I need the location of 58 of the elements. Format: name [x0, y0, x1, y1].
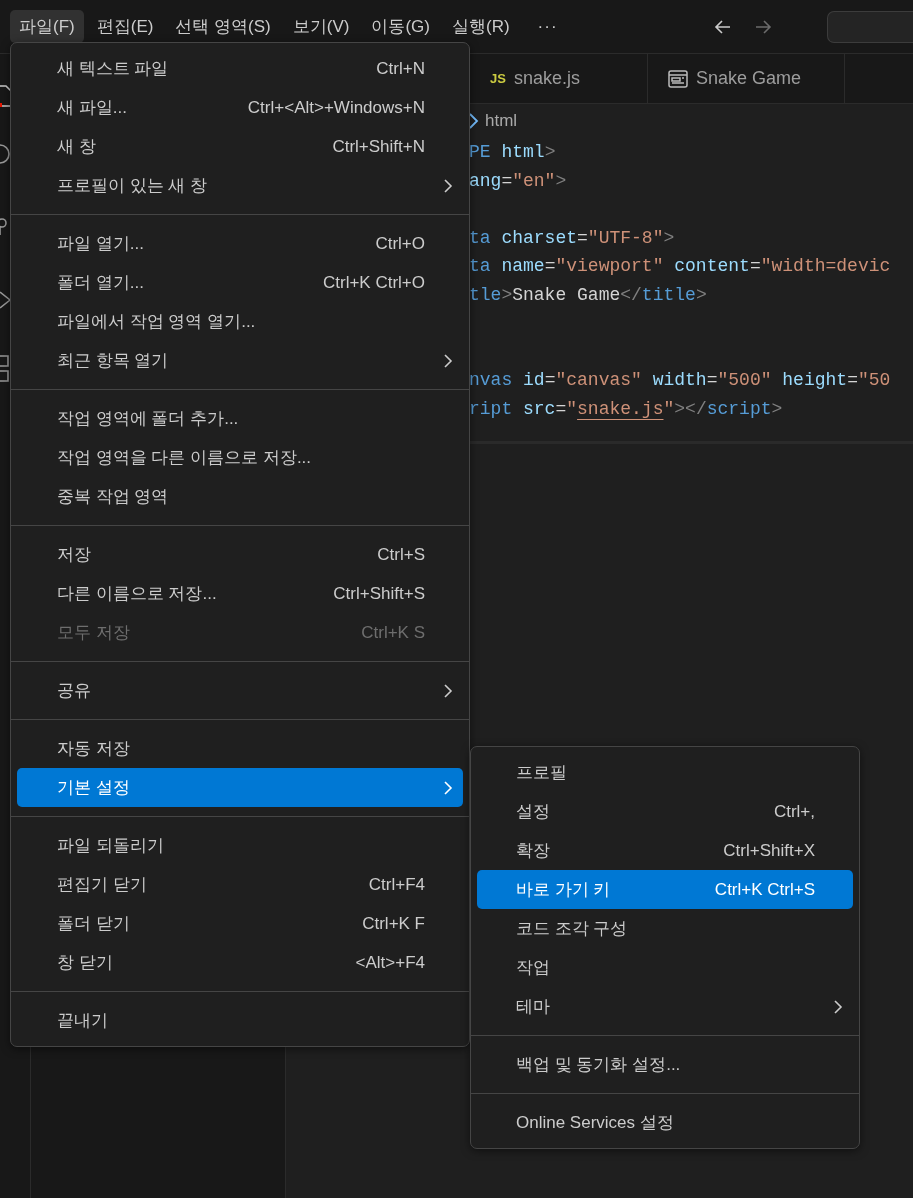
menu-item[interactable]: 다른 이름으로 저장... Ctrl+Shift+S [17, 574, 463, 613]
menu-bar-item[interactable]: 편집(E) [87, 10, 163, 43]
menu-item[interactable]: 중복 작업 영역 [17, 477, 463, 516]
menu-item[interactable]: 작업 영역에 폴더 추가... [17, 399, 463, 438]
menu-item[interactable]: 새 텍스트 파일 Ctrl+N [17, 49, 463, 88]
code-line: ript src="snake.js"></script> [469, 398, 783, 419]
code-line: PE html> [469, 142, 556, 162]
menu-item[interactable]: 파일에서 작업 영역 열기... [17, 302, 463, 341]
menu-item[interactable]: 폴더 닫기 Ctrl+K F [17, 904, 463, 943]
menu-item[interactable]: 프로필이 있는 새 창 [17, 166, 463, 205]
menu-item[interactable]: 작업 [477, 948, 853, 987]
code-line: nvas id="canvas" width="500" height="50 [469, 370, 891, 390]
chevron-right-icon [833, 998, 843, 1015]
branch-icon[interactable] [0, 218, 10, 236]
menu-item[interactable]: 파일 열기... Ctrl+O [17, 224, 463, 263]
code-line: tle>Snake Game</title> [469, 284, 707, 305]
search-field[interactable] [827, 10, 913, 43]
menu-item[interactable]: 편집기 닫기 Ctrl+F4 [17, 865, 463, 904]
breadcrumb-item[interactable]: html [485, 111, 518, 131]
extensions-icon[interactable] [0, 354, 10, 384]
menu-item[interactable]: 저장 Ctrl+S [17, 535, 463, 574]
menu-item[interactable]: 백업 및 동기화 설정... [477, 1045, 853, 1084]
menu-item[interactable]: 테마 [477, 987, 853, 1026]
menu-item[interactable]: 설정 Ctrl+, [477, 792, 853, 831]
menu-bar-item[interactable]: 이동(G) [362, 10, 439, 43]
menu-item[interactable]: 확장 Ctrl+Shift+X [477, 831, 853, 870]
code-line: ta name="viewport" content="width=devic [469, 256, 891, 276]
more-menu-button[interactable]: ··· [528, 11, 567, 42]
menu-item[interactable]: 바로 가기 키 Ctrl+K Ctrl+S [477, 870, 853, 909]
menu-item[interactable]: 파일 되돌리기 [17, 826, 463, 865]
code-line: ta charset="UTF-8"> [469, 227, 675, 248]
chevron-right-icon [443, 352, 453, 369]
menu-bar-item[interactable]: 보기(V) [283, 10, 359, 43]
menu-bar-item[interactable]: 선택 영역(S) [166, 10, 280, 43]
chevron-right-icon [443, 682, 453, 699]
menu-item[interactable]: 폴더 열기... Ctrl+K Ctrl+O [17, 263, 463, 302]
menu-bar-item[interactable]: 실행(R) [443, 10, 519, 43]
menu-item[interactable]: 최근 항목 열기 [17, 341, 463, 380]
menu-item[interactable]: 작업 영역을 다른 이름으로 저장... [17, 438, 463, 477]
js-file-icon: JS [490, 71, 506, 86]
preview-icon [668, 69, 688, 88]
menu-bar-item[interactable]: 파일(F) [10, 10, 84, 43]
menu-item[interactable]: 창 닫기 <Alt>+F4 [17, 943, 463, 982]
search-icon[interactable] [0, 142, 12, 166]
menu-item[interactable]: 기본 설정 [17, 768, 463, 807]
menu-item[interactable]: 프로필 [477, 753, 853, 792]
menu-item[interactable]: 공유 [17, 671, 463, 710]
menu-item[interactable]: 자동 저장 [17, 729, 463, 768]
menu-item[interactable]: 새 파일... Ctrl+<Alt>+Windows+N [17, 88, 463, 127]
menu-item[interactable]: 새 창 Ctrl+Shift+N [17, 127, 463, 166]
menu-item[interactable]: Online Services 설정 [477, 1103, 853, 1142]
chevron-right-icon [443, 177, 453, 194]
chevron-right-icon [443, 779, 453, 796]
code-line: ang="en"> [469, 170, 567, 191]
tag-icon [469, 112, 479, 130]
run-icon[interactable] [0, 290, 12, 310]
menu-item[interactable]: 끝내기 [17, 1001, 463, 1040]
menu-item[interactable]: 코드 조각 구성 [477, 909, 853, 948]
